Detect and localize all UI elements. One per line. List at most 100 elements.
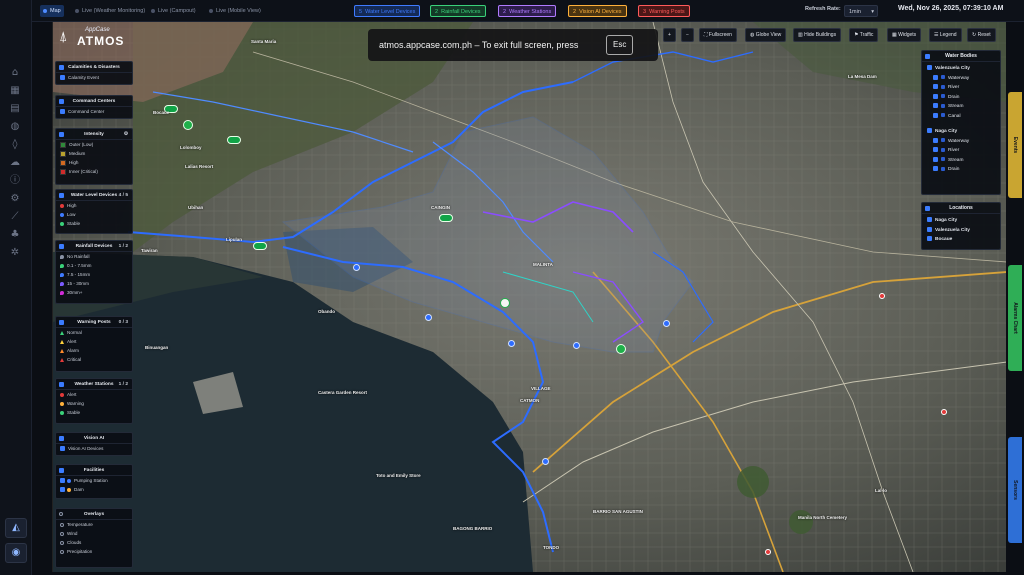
intensity-row[interactable]: High xyxy=(56,158,132,167)
poi-marker[interactable] xyxy=(879,293,885,299)
rainfall-marker[interactable] xyxy=(183,120,193,130)
tab-live-weather[interactable]: Live (Weather Monitoring) xyxy=(72,5,148,17)
location-item[interactable]: Bocaue xyxy=(922,235,1000,245)
water-body-item[interactable]: Stream xyxy=(922,156,1000,166)
rainfall-row[interactable]: No Rainfall xyxy=(56,252,132,261)
overlays-toggle[interactable] xyxy=(59,512,63,516)
tab-live-mobile[interactable]: Live (Mobile View) xyxy=(206,5,264,17)
pumping-station-checkbox[interactable] xyxy=(60,478,65,484)
warning-posts-checkbox[interactable] xyxy=(59,320,64,325)
water-body-group[interactable]: Valenzuela City xyxy=(922,64,1000,74)
item-checkbox[interactable] xyxy=(933,103,938,109)
badge-warning-posts[interactable]: 3 Warning Posts xyxy=(638,5,690,17)
badge-weather-stations[interactable]: 2 Weather Stations xyxy=(498,5,557,17)
zoom-in-button[interactable]: + xyxy=(663,28,676,42)
side-tab-alarms-chart[interactable]: Alarms Chart xyxy=(1008,265,1022,371)
water-drop-icon[interactable]: ◊ xyxy=(8,138,22,152)
locations-checkbox[interactable] xyxy=(925,206,930,211)
grid-icon[interactable]: ▦ xyxy=(8,84,22,98)
command-centers-checkbox[interactable] xyxy=(59,99,64,104)
item-checkbox[interactable] xyxy=(933,166,938,172)
water-bodies-checkbox[interactable] xyxy=(925,54,930,59)
globe-view-button[interactable]: ◍ Globe View xyxy=(745,28,787,42)
water-body-item[interactable]: Drain xyxy=(922,93,1000,103)
dam-checkbox[interactable] xyxy=(60,487,65,493)
cloud-icon[interactable]: ☁ xyxy=(8,156,22,170)
warning-posts-row[interactable]: Critical xyxy=(56,355,132,364)
info-icon[interactable]: ⓘ xyxy=(8,174,22,188)
rainfall-row[interactable]: 30mm+ xyxy=(56,288,132,297)
item-checkbox[interactable] xyxy=(933,84,938,90)
water-body-item[interactable]: Canal xyxy=(922,112,1000,122)
rainfall-marker[interactable] xyxy=(616,344,626,354)
item-checkbox[interactable] xyxy=(933,137,938,143)
facility-marker[interactable] xyxy=(573,342,580,349)
rainfall-checkbox[interactable] xyxy=(59,244,64,249)
refresh-rate-select[interactable]: 1min ▾ xyxy=(844,5,878,17)
vision-ai-checkbox[interactable] xyxy=(59,436,64,441)
command-center-checkbox[interactable] xyxy=(60,109,65,115)
layers-icon[interactable]: ▤ xyxy=(8,102,22,116)
intensity-row[interactable]: Inner (Critical) xyxy=(56,167,132,176)
water-body-item[interactable]: Waterway xyxy=(922,137,1000,147)
intensity-row[interactable]: Outer (Low) xyxy=(56,140,132,149)
water-body-item[interactable]: River xyxy=(922,146,1000,156)
vision-ai-devices-checkbox[interactable] xyxy=(60,446,65,452)
facility-marker[interactable] xyxy=(425,314,432,321)
item-checkbox[interactable] xyxy=(933,156,938,162)
overlay-radio[interactable] xyxy=(60,540,64,545)
command-center-marker[interactable] xyxy=(500,298,510,308)
gear-icon[interactable]: ⚙ xyxy=(124,129,128,140)
badge-rainfall[interactable]: 2 Rainfall Devices xyxy=(430,5,486,17)
tree-icon[interactable]: ♣ xyxy=(8,228,22,242)
overlay-row[interactable]: Wind xyxy=(56,529,132,538)
zoom-out-button[interactable]: − xyxy=(681,28,694,42)
location-checkbox[interactable] xyxy=(927,226,932,232)
chart-icon[interactable]: ⟋ xyxy=(8,210,22,224)
side-tab-events[interactable]: Events xyxy=(1008,92,1022,198)
overlay-row[interactable]: Precipitation xyxy=(56,547,132,556)
water-level-row[interactable]: High xyxy=(56,201,132,210)
water-level-marker[interactable] xyxy=(227,136,241,144)
user-icon[interactable]: ◉ xyxy=(5,543,27,563)
home-icon[interactable]: ⌂ xyxy=(8,66,22,80)
warning-posts-row[interactable]: Alarm xyxy=(56,346,132,355)
location-item[interactable]: Valenzuela City xyxy=(922,226,1000,236)
water-body-item[interactable]: Waterway xyxy=(922,74,1000,84)
weather-stations-row[interactable]: Warning xyxy=(56,399,132,408)
water-body-group[interactable]: Naga City xyxy=(922,127,1000,137)
badge-vision-ai[interactable]: 2 Vision AI Devices xyxy=(568,5,627,17)
traffic-button[interactable]: ⚑ Traffic xyxy=(849,28,879,42)
fullscreen-button[interactable]: ⛶ Fullscreen xyxy=(699,28,737,42)
calamities-checkbox[interactable] xyxy=(59,65,64,70)
legend-button[interactable]: ☰ Legend xyxy=(929,28,962,42)
water-level-marker[interactable] xyxy=(439,214,453,222)
water-body-item[interactable]: Drain xyxy=(922,165,1000,175)
item-checkbox[interactable] xyxy=(933,93,938,99)
side-tab-sensors[interactable]: Sensors xyxy=(1008,437,1022,543)
warning-posts-row[interactable]: Alert xyxy=(56,337,132,346)
rainfall-row[interactable]: 0.1 - 7.5mm xyxy=(56,261,132,270)
overlay-row[interactable]: Clouds xyxy=(56,538,132,547)
weather-stations-row[interactable]: Alert xyxy=(56,390,132,399)
rainfall-row[interactable]: 15 - 30mm xyxy=(56,279,132,288)
poi-marker[interactable] xyxy=(765,549,771,555)
water-body-item[interactable]: Stream xyxy=(922,102,1000,112)
water-level-marker[interactable] xyxy=(253,242,267,250)
gear-icon[interactable]: ✲ xyxy=(8,246,22,260)
overlay-row[interactable]: Temperature xyxy=(56,520,132,529)
item-checkbox[interactable] xyxy=(933,74,938,80)
overlay-radio[interactable] xyxy=(60,549,64,554)
facility-marker[interactable] xyxy=(508,340,515,347)
water-body-item[interactable]: River xyxy=(922,83,1000,93)
settings-icon[interactable]: ⚙ xyxy=(8,192,22,206)
rainfall-row[interactable]: 7.5 - 15mm xyxy=(56,270,132,279)
water-level-checkbox[interactable] xyxy=(59,193,64,198)
hide-buildings-button[interactable]: ▥ Hide Buildings xyxy=(793,28,842,42)
facility-marker[interactable] xyxy=(542,458,549,465)
weather-stations-row[interactable]: Stable xyxy=(56,408,132,417)
calamity-event-checkbox[interactable] xyxy=(60,75,65,81)
facility-marker[interactable] xyxy=(663,320,670,327)
facilities-checkbox[interactable] xyxy=(59,468,64,473)
facility-marker[interactable] xyxy=(353,264,360,271)
